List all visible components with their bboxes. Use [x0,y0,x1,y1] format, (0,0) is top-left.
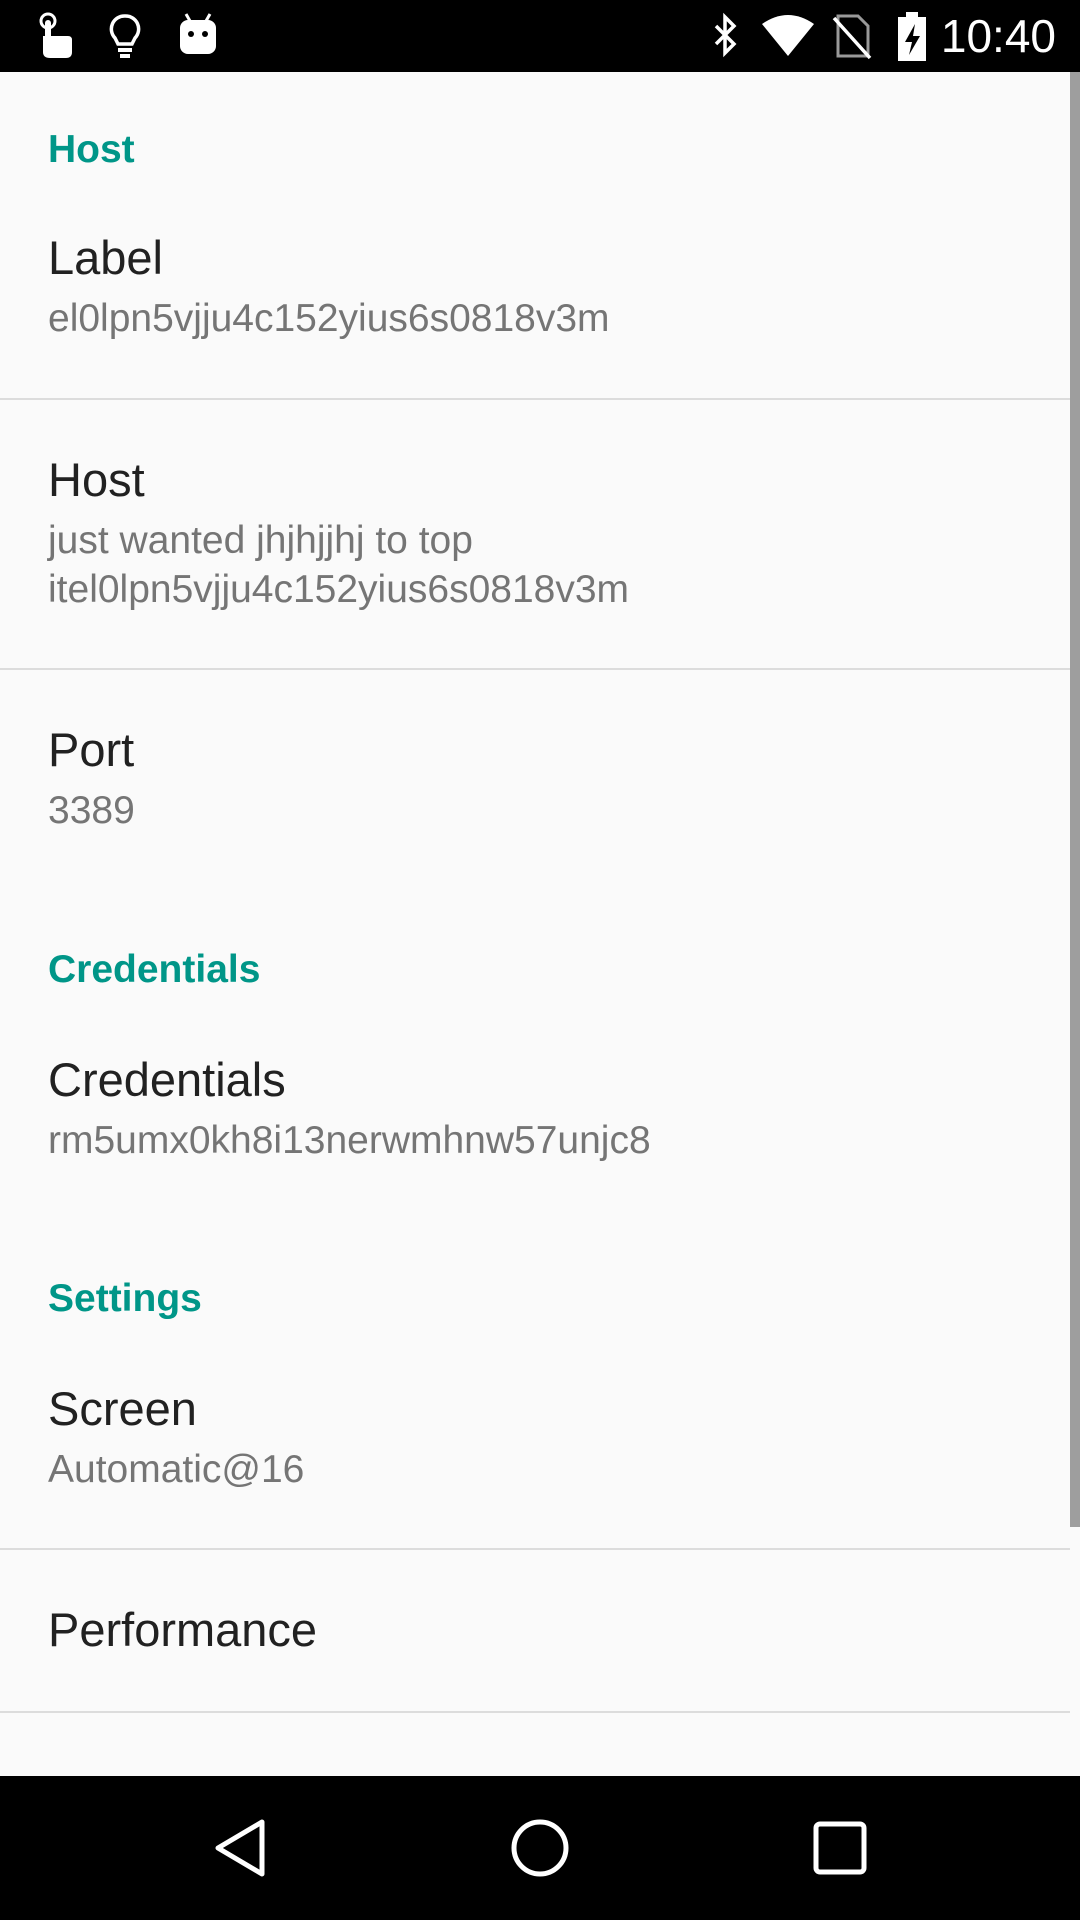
section-header-host: Host [48,128,135,171]
pref-port-summary: 3389 [48,789,135,832]
divider [0,668,1070,670]
preferences-list[interactable]: Host Label el0lpn5vjju4c152yius6s0818v3m… [0,72,1080,1776]
pref-host-title: Host [48,453,145,506]
navigation-bar [0,1776,1080,1920]
wifi-icon [760,12,816,60]
back-button[interactable] [160,1776,320,1920]
pref-performance-title: Performance [48,1603,318,1656]
pref-host-summary-line1: just wanted jhjhjjhj to top [48,519,473,562]
pref-port[interactable]: Port 3389 [0,722,1070,882]
lightbulb-icon [108,12,142,60]
recents-button[interactable] [760,1776,920,1920]
pref-credentials-summary: rm5umx0kh8i13nerwmhnw57unjc8 [48,1119,651,1162]
status-bar: 10:40 [0,0,1080,72]
screen: 10:40 Host Label el0lpn5vjju4c152yius6s0… [0,0,1080,1920]
pref-label-summary: el0lpn5vjju4c152yius6s0818v3m [48,297,610,340]
pref-performance[interactable]: Performance [0,1602,1070,1712]
divider [0,398,1070,400]
pref-credentials-title: Credentials [48,1053,286,1106]
section-header-settings: Settings [48,1277,202,1320]
bluetooth-icon [708,12,742,60]
android-icon [178,12,218,56]
home-button[interactable] [460,1776,620,1920]
pref-screen[interactable]: Screen Automatic@16 [0,1381,1070,1601]
pref-label[interactable]: Label el0lpn5vjju4c152yius6s0818v3m [0,230,1070,470]
divider [0,1711,1070,1713]
section-header-credentials: Credentials [48,948,261,991]
pref-port-title: Port [48,723,135,776]
pref-screen-summary: Automatic@16 [48,1448,305,1491]
battery-charging-icon [896,12,928,62]
pref-host[interactable]: Host just wanted jhjhjjhj to top itel0lp… [0,452,1070,672]
divider [0,1548,1070,1550]
touch-app-icon [30,12,76,60]
pref-screen-title: Screen [48,1382,197,1435]
status-time: 10:40 [940,10,1056,62]
no-sim-icon [832,12,872,60]
scrollbar[interactable] [1070,72,1080,1527]
pref-host-summary-line2: itel0lpn5vjju4c152yius6s0818v3m [48,568,630,611]
home-icon [511,1819,569,1877]
back-icon [215,1819,265,1877]
pref-label-title: Label [48,231,163,284]
pref-credentials[interactable]: Credentials rm5umx0kh8i13nerwmhnw57unjc8 [0,1052,1070,1212]
recents-icon [813,1821,867,1875]
